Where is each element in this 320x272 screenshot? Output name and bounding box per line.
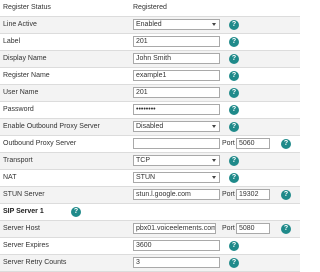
nat-select[interactable]: STUN xyxy=(133,172,220,183)
port-label: Port xyxy=(222,191,235,198)
sip-server-1-heading: SIP Server 1 xyxy=(3,208,44,215)
port-label: Port xyxy=(222,140,235,147)
row-label: Label 201 ? xyxy=(0,34,300,51)
row-password: Password •••••••• ? xyxy=(0,102,300,119)
row-outbound-proxy-server: Outbound Proxy Server Port 5060 ? xyxy=(0,136,300,153)
enable-outbound-proxy-value: Disabled xyxy=(136,123,164,130)
display-name-input[interactable]: John Smith xyxy=(133,53,220,64)
chevron-down-icon xyxy=(212,125,216,128)
help-icon[interactable]: ? xyxy=(229,122,239,132)
register-name-label: Register Name xyxy=(3,72,50,79)
line-active-value: Enabled xyxy=(136,21,162,28)
line-active-select[interactable]: Enabled xyxy=(133,19,220,30)
row-user-name: User Name 201 ? xyxy=(0,85,300,102)
section-sip-server-1: SIP Server 1 ? xyxy=(0,204,300,221)
help-icon[interactable]: ? xyxy=(229,71,239,81)
register-status-label: Register Status xyxy=(3,4,51,11)
chevron-down-icon xyxy=(212,159,216,162)
register-status-value: Registered xyxy=(133,4,167,11)
line-active-label: Line Active xyxy=(3,21,37,28)
user-name-input[interactable]: 201 xyxy=(133,87,220,98)
outbound-proxy-server-input[interactable] xyxy=(133,138,220,149)
row-enable-outbound-proxy: Enable Outbound Proxy Server Disabled ? xyxy=(0,119,300,136)
row-server-retry-counts: Server Retry Counts 3 ? xyxy=(0,255,300,272)
user-name-label: User Name xyxy=(3,89,39,96)
chevron-down-icon xyxy=(212,176,216,179)
help-icon[interactable]: ? xyxy=(229,20,239,30)
server-host-input[interactable]: pbx01.voiceelements.com xyxy=(133,223,216,234)
outbound-proxy-server-label: Outbound Proxy Server xyxy=(3,140,77,147)
enable-outbound-proxy-select[interactable]: Disabled xyxy=(133,121,220,132)
row-register-name: Register Name example1 ? xyxy=(0,68,300,85)
stun-port-input[interactable]: 19302 xyxy=(236,189,270,200)
row-register-status: Register Status Registered xyxy=(0,0,300,17)
row-stun-server: STUN Server stun.l.google.com Port 19302… xyxy=(0,187,300,204)
enable-outbound-proxy-label: Enable Outbound Proxy Server xyxy=(3,123,100,130)
server-retry-counts-input[interactable]: 3 xyxy=(133,257,220,268)
help-icon[interactable]: ? xyxy=(71,207,81,217)
nat-value: STUN xyxy=(136,174,156,181)
row-display-name: Display Name John Smith ? xyxy=(0,51,300,68)
server-expires-input[interactable]: 3600 xyxy=(133,240,220,251)
stun-server-input[interactable]: stun.l.google.com xyxy=(133,189,220,200)
label-label: Label xyxy=(3,38,21,45)
sip-account-form: Register Status Registered Line Active E… xyxy=(0,0,300,272)
port-label: Port xyxy=(222,225,235,232)
password-label: Password xyxy=(3,106,34,113)
nat-label: NAT xyxy=(3,174,17,181)
help-icon[interactable]: ? xyxy=(229,88,239,98)
server-host-port-input[interactable]: 5080 xyxy=(236,223,270,234)
server-expires-label: Server Expires xyxy=(3,242,49,249)
outbound-proxy-port-input[interactable]: 5060 xyxy=(236,138,270,149)
row-line-active: Line Active Enabled ? xyxy=(0,17,300,34)
transport-value: TCP xyxy=(136,157,150,164)
help-icon[interactable]: ? xyxy=(281,139,291,149)
help-icon[interactable]: ? xyxy=(229,173,239,183)
help-icon[interactable]: ? xyxy=(229,105,239,115)
display-name-label: Display Name xyxy=(3,55,47,62)
help-icon[interactable]: ? xyxy=(229,54,239,64)
server-retry-counts-label: Server Retry Counts xyxy=(3,259,67,266)
server-host-label: Server Host xyxy=(3,225,40,232)
help-icon[interactable]: ? xyxy=(281,190,291,200)
register-name-input[interactable]: example1 xyxy=(133,70,220,81)
stun-server-label: STUN Server xyxy=(3,191,45,198)
password-input[interactable]: •••••••• xyxy=(133,104,220,115)
row-transport: Transport TCP ? xyxy=(0,153,300,170)
chevron-down-icon xyxy=(212,23,216,26)
help-icon[interactable]: ? xyxy=(229,37,239,47)
help-icon[interactable]: ? xyxy=(229,241,239,251)
transport-label: Transport xyxy=(3,157,33,164)
row-server-expires: Server Expires 3600 ? xyxy=(0,238,300,255)
label-input[interactable]: 201 xyxy=(133,36,220,47)
help-icon[interactable]: ? xyxy=(229,258,239,268)
transport-select[interactable]: TCP xyxy=(133,155,220,166)
row-server-host: Server Host pbx01.voiceelements.com Port… xyxy=(0,221,300,238)
row-nat: NAT STUN ? xyxy=(0,170,300,187)
help-icon[interactable]: ? xyxy=(229,156,239,166)
help-icon[interactable]: ? xyxy=(281,224,291,234)
